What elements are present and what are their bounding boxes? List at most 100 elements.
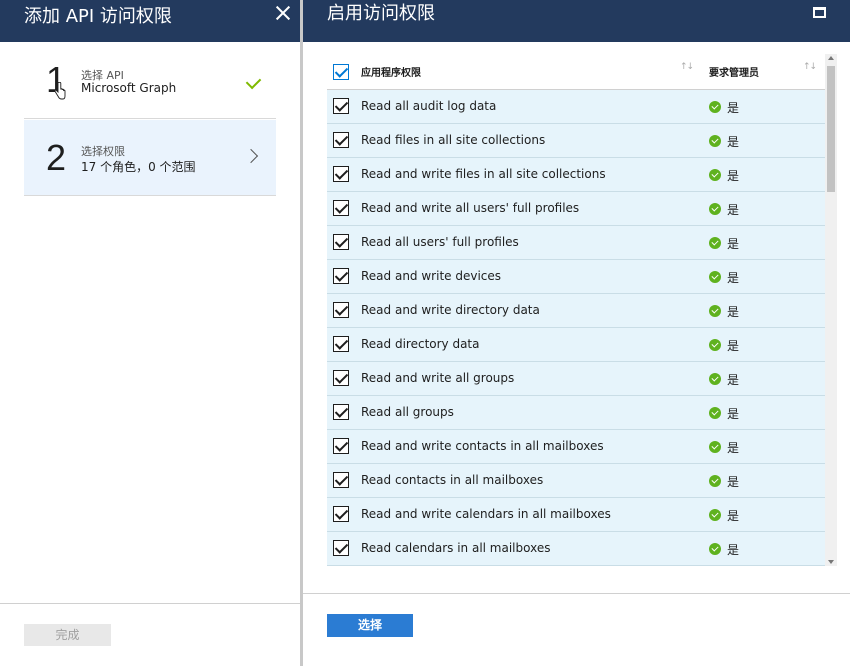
check-circle-icon bbox=[709, 305, 721, 317]
sort-icon[interactable]: ↑↓ bbox=[803, 62, 817, 72]
check-circle-icon bbox=[709, 475, 721, 487]
row-checkbox[interactable] bbox=[333, 132, 349, 148]
step-select-api[interactable]: 1 选择 API Microsoft Graph bbox=[24, 42, 276, 119]
admin-required-value: 是 bbox=[727, 339, 740, 353]
check-circle-icon bbox=[709, 237, 721, 249]
check-circle-icon bbox=[709, 271, 721, 283]
step-number: 2 bbox=[46, 137, 67, 178]
row-checkbox[interactable] bbox=[333, 540, 349, 556]
scrollbar[interactable] bbox=[825, 54, 837, 566]
row-checkbox[interactable] bbox=[333, 370, 349, 386]
scroll-down-arrow-icon[interactable] bbox=[828, 560, 834, 564]
permission-name: Read and write contacts in all mailboxes bbox=[361, 439, 604, 453]
done-button[interactable]: 完成 bbox=[24, 624, 111, 646]
admin-required-value: 是 bbox=[727, 475, 740, 489]
checkmark-icon bbox=[245, 73, 262, 90]
permission-name: Read and write all users' full profiles bbox=[361, 201, 580, 215]
table-row[interactable]: Read and write contacts in all mailboxes… bbox=[327, 430, 825, 464]
blade-header: 启用访问权限 bbox=[303, 0, 850, 42]
admin-required-value: 是 bbox=[727, 169, 740, 183]
scroll-up-arrow-icon[interactable] bbox=[828, 56, 834, 60]
admin-required-value: 是 bbox=[727, 101, 740, 115]
select-all-checkbox[interactable] bbox=[333, 64, 349, 80]
permission-name: Read and write devices bbox=[361, 269, 502, 283]
table-row[interactable]: Read all audit log data 是 bbox=[327, 90, 825, 124]
step-subtitle: 选择权限 bbox=[81, 145, 125, 158]
step-value: Microsoft Graph bbox=[81, 81, 177, 95]
select-button[interactable]: 选择 bbox=[327, 614, 413, 637]
table-row[interactable]: Read all users' full profiles 是 bbox=[327, 226, 825, 260]
admin-required-value: 是 bbox=[727, 509, 740, 523]
row-checkbox[interactable] bbox=[333, 302, 349, 318]
close-icon[interactable] bbox=[274, 4, 292, 22]
table-row[interactable]: Read directory data 是 bbox=[327, 328, 825, 362]
check-circle-icon bbox=[709, 543, 721, 555]
permission-name: Read and write all groups bbox=[361, 371, 515, 385]
admin-required-value: 是 bbox=[727, 441, 740, 455]
check-circle-icon bbox=[709, 441, 721, 453]
table-row[interactable]: Read and write all groups 是 bbox=[327, 362, 825, 396]
row-checkbox[interactable] bbox=[333, 472, 349, 488]
permission-name: Read all users' full profiles bbox=[361, 235, 519, 249]
column-header-admin[interactable]: 要求管理员 bbox=[709, 64, 759, 79]
row-checkbox[interactable] bbox=[333, 404, 349, 420]
check-circle-icon bbox=[709, 407, 721, 419]
admin-required-value: 是 bbox=[727, 543, 740, 557]
permission-name: Read contacts in all mailboxes bbox=[361, 473, 544, 487]
table-row[interactable]: Read and write devices 是 bbox=[327, 260, 825, 294]
step-value: 17 个角色，0 个范围 bbox=[81, 160, 196, 174]
scroll-thumb[interactable] bbox=[827, 66, 835, 192]
table-row[interactable]: Read and write calendars in all mailboxe… bbox=[327, 498, 825, 532]
admin-required-value: 是 bbox=[727, 203, 740, 217]
table-row[interactable]: Read all groups 是 bbox=[327, 396, 825, 430]
permission-name: Read and write calendars in all mailboxe… bbox=[361, 507, 611, 521]
row-checkbox[interactable] bbox=[333, 98, 349, 114]
check-circle-icon bbox=[709, 509, 721, 521]
row-checkbox[interactable] bbox=[333, 506, 349, 522]
sort-icon[interactable]: ↑↓ bbox=[680, 62, 694, 72]
step-select-permissions[interactable]: 2 选择权限 17 个角色，0 个范围 bbox=[24, 120, 276, 196]
row-checkbox[interactable] bbox=[333, 166, 349, 182]
column-header-permission[interactable]: 应用程序权限 bbox=[361, 64, 421, 79]
maximize-icon[interactable] bbox=[813, 7, 826, 18]
permission-name: Read all audit log data bbox=[361, 99, 497, 113]
blade-title: 启用访问权限 bbox=[327, 3, 435, 24]
admin-required-value: 是 bbox=[727, 271, 740, 285]
check-circle-icon bbox=[709, 169, 721, 181]
enable-access-blade: 启用访问权限 应用程序权限 ↑↓ 要求管理员 ↑↓ Read all audit… bbox=[303, 0, 850, 666]
admin-required-value: 是 bbox=[727, 373, 740, 387]
table-row[interactable]: Read contacts in all mailboxes 是 bbox=[327, 464, 825, 498]
check-circle-icon bbox=[709, 101, 721, 113]
row-checkbox[interactable] bbox=[333, 336, 349, 352]
table-row[interactable]: Read calendars in all mailboxes 是 bbox=[327, 532, 825, 566]
admin-required-value: 是 bbox=[727, 135, 740, 149]
admin-required-value: 是 bbox=[727, 407, 740, 421]
permission-name: Read and write files in all site collect… bbox=[361, 167, 606, 181]
footer-divider bbox=[0, 603, 300, 604]
table-row[interactable]: Read and write directory data 是 bbox=[327, 294, 825, 328]
hand-cursor-icon bbox=[54, 82, 66, 100]
table-header: 应用程序权限 ↑↓ 要求管理员 ↑↓ bbox=[327, 54, 825, 90]
permissions-table: 应用程序权限 ↑↓ 要求管理员 ↑↓ Read all audit log da… bbox=[327, 54, 825, 566]
add-api-access-blade: 添加 API 访问权限 1 选择 API Microsoft Graph 2 选… bbox=[0, 0, 300, 666]
footer-divider bbox=[303, 593, 850, 594]
row-checkbox[interactable] bbox=[333, 200, 349, 216]
check-circle-icon bbox=[709, 203, 721, 215]
check-circle-icon bbox=[709, 339, 721, 351]
permission-name: Read directory data bbox=[361, 337, 480, 351]
check-circle-icon bbox=[709, 135, 721, 147]
admin-required-value: 是 bbox=[727, 237, 740, 251]
row-checkbox[interactable] bbox=[333, 268, 349, 284]
check-circle-icon bbox=[709, 373, 721, 385]
table-row[interactable]: Read and write files in all site collect… bbox=[327, 158, 825, 192]
blade-header: 添加 API 访问权限 bbox=[0, 0, 300, 42]
table-body: Read all audit log data 是 Read files in al… bbox=[327, 90, 825, 566]
row-checkbox[interactable] bbox=[333, 234, 349, 250]
table-row[interactable]: Read and write all users' full profiles 是 bbox=[327, 192, 825, 226]
table-row[interactable]: Read files in all site collections 是 bbox=[327, 124, 825, 158]
permission-name: Read calendars in all mailboxes bbox=[361, 541, 551, 555]
permission-name: Read all groups bbox=[361, 405, 454, 419]
blade-title: 添加 API 访问权限 bbox=[24, 6, 172, 27]
admin-required-value: 是 bbox=[727, 305, 740, 319]
row-checkbox[interactable] bbox=[333, 438, 349, 454]
